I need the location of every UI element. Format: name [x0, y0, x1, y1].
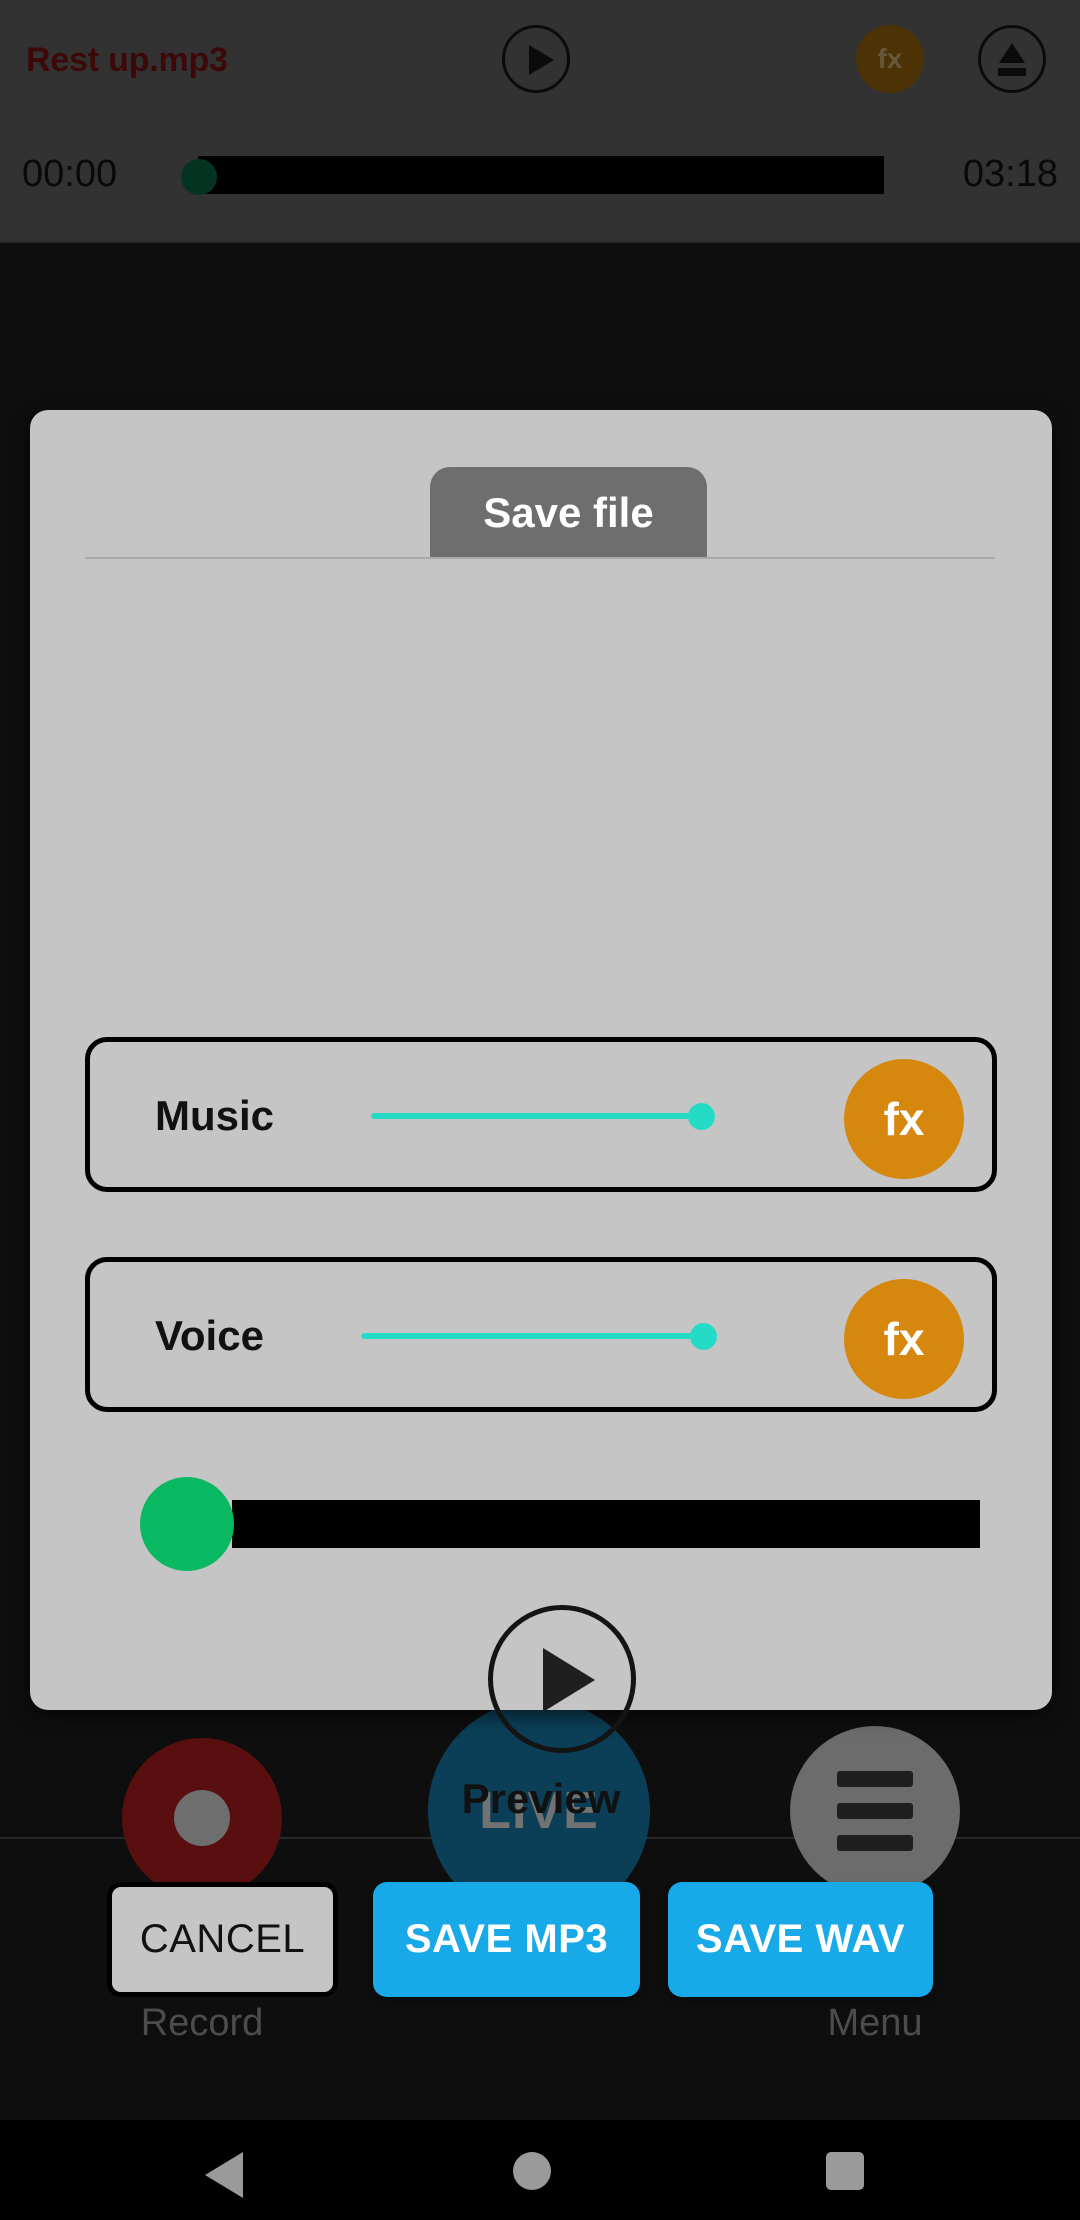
- preview-label: Preview: [461, 1775, 621, 1822]
- home-circle-icon[interactable]: [513, 2152, 551, 2190]
- music-volume-slider-thumb[interactable]: [688, 1103, 715, 1130]
- music-label: Music: [155, 1092, 275, 1139]
- android-system-nav: [0, 2120, 1080, 2220]
- cancel-button[interactable]: CANCEL: [107, 1882, 338, 1997]
- voice-volume-slider-track[interactable]: [361, 1333, 703, 1339]
- preview-play-button[interactable]: [488, 1605, 636, 1753]
- music-track-row: Music fx: [85, 1037, 997, 1192]
- save-mp3-button[interactable]: SAVE MP3: [373, 1882, 640, 1997]
- back-triangle-icon[interactable]: [205, 2152, 243, 2198]
- play-icon: [543, 1648, 595, 1712]
- voice-track-row: Voice fx: [85, 1257, 997, 1412]
- preview-seek-thumb[interactable]: [140, 1477, 234, 1571]
- tab-save-file[interactable]: Save file: [430, 467, 707, 559]
- voice-fx-button[interactable]: fx: [844, 1279, 964, 1399]
- tab-underline: [85, 557, 995, 559]
- recents-square-icon[interactable]: [826, 2152, 864, 2190]
- voice-volume-slider-thumb[interactable]: [690, 1323, 717, 1350]
- voice-label: Voice: [155, 1312, 264, 1359]
- music-fx-button[interactable]: fx: [844, 1059, 964, 1179]
- save-file-dialog: Save file Music fx Voice fx Preview CANC…: [30, 410, 1052, 1997]
- music-volume-slider-track[interactable]: [371, 1113, 701, 1119]
- preview-seek-track[interactable]: [232, 1500, 980, 1548]
- save-wav-button[interactable]: SAVE WAV: [668, 1882, 933, 1997]
- app-screen: Rest up.mp3 fx 00:00 03:18 LIVE Record M…: [0, 0, 1080, 2220]
